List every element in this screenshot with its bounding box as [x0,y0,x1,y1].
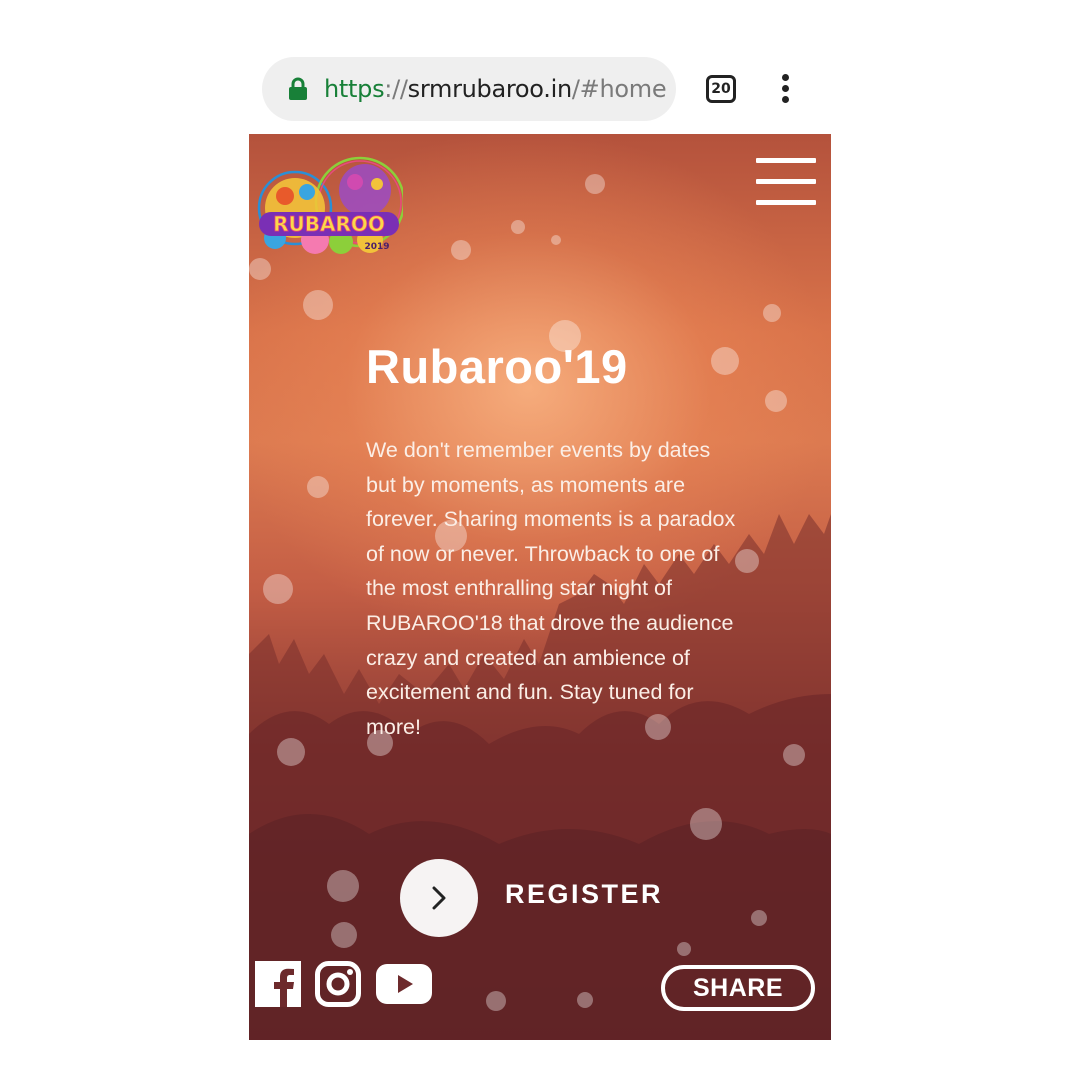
hamburger-icon[interactable] [756,158,816,206]
bokeh [577,992,593,1008]
bokeh [735,549,759,573]
more-vert-icon[interactable] [778,74,792,106]
bokeh [303,290,333,320]
url-scheme: https [324,75,385,103]
bokeh [783,744,805,766]
lock-icon [289,77,307,100]
bokeh [751,910,767,926]
facebook-icon[interactable] [255,961,301,1007]
youtube-icon[interactable] [376,964,432,1004]
bokeh [486,991,506,1011]
rubaroo-logo[interactable]: RUBAROO 2019 [255,152,403,264]
bokeh [551,235,561,245]
bokeh [307,476,329,498]
bokeh [331,922,357,948]
share-button[interactable]: SHARE [661,965,815,1011]
description-text: We don't remember events by dates but by… [366,438,736,739]
bokeh [690,808,722,840]
chevron-right-icon [432,886,446,910]
bokeh [511,220,525,234]
tab-switcher-button[interactable]: 20 [706,75,736,103]
bokeh [277,738,305,766]
bokeh [451,240,471,260]
register-button[interactable] [400,859,478,937]
bokeh [327,870,359,902]
url-separator: :// [384,75,408,103]
url-hash: /#home [571,75,667,103]
share-label: SHARE [692,973,783,1002]
hero-section: RUBAROO 2019 Rubaroo'19 We don't remembe… [249,134,831,1040]
bokeh [677,942,691,956]
page-title: Rubaroo'19 [366,340,628,393]
address-bar[interactable]: https://srmrubaroo.in/#home [262,57,676,121]
bokeh [263,574,293,604]
register-label[interactable]: REGISTER [505,879,663,910]
logo-wordmark: RUBAROO [273,212,385,236]
instagram-icon[interactable] [315,961,361,1007]
bokeh [763,304,781,322]
bokeh [585,174,605,194]
bokeh [765,390,787,412]
logo-year: 2019 [364,242,389,252]
url-host: srmrubaroo.in [407,75,573,103]
tab-count: 20 [711,81,731,97]
